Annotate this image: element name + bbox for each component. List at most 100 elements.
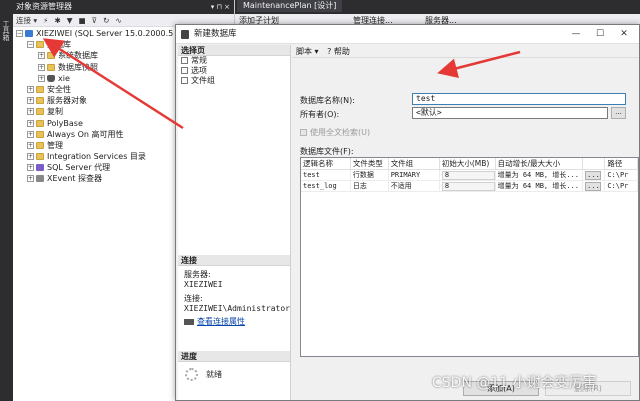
- stop-icon[interactable]: ■: [79, 14, 86, 27]
- autogrowth-browse-button[interactable]: ...: [585, 181, 602, 191]
- table-cell[interactable]: C:\Pr: [604, 180, 638, 192]
- page-general[interactable]: 常规: [178, 56, 290, 66]
- fulltext-checkbox[interactable]: 使用全文检索(U): [300, 127, 370, 138]
- table-cell[interactable]: 日志: [350, 180, 389, 192]
- expand-icon[interactable]: +: [27, 175, 34, 183]
- refresh-icon[interactable]: ↻: [103, 14, 109, 27]
- column-header[interactable]: [582, 158, 606, 170]
- new-database-dialog: 新建数据库 — ☐ ✕ 选择页 常规 选项 文件组 连接 服务器: XIEZIW…: [175, 24, 640, 401]
- collapse-icon[interactable]: −: [27, 41, 34, 49]
- expand-icon[interactable]: +: [27, 119, 34, 127]
- connection-value: XIEZIWEI\Administrator: [184, 304, 290, 313]
- server-value: XIEZIWEI: [184, 280, 223, 289]
- page-filegroups-label: 文件组: [191, 76, 215, 85]
- connection-header: 连接: [178, 255, 290, 266]
- expand-icon[interactable]: +: [38, 63, 45, 71]
- table-row[interactable]: test_log 日志 不适用 8 增量为 64 MB, 增长...... C:\Pr: [301, 180, 638, 192]
- disconnect-icon[interactable]: ✱: [54, 14, 60, 27]
- column-header[interactable]: 路径: [604, 158, 638, 170]
- expand-icon[interactable]: +: [27, 153, 34, 161]
- maximize-button[interactable]: ☐: [589, 25, 611, 44]
- owner-input[interactable]: <默认>: [412, 107, 608, 119]
- autogrowth-browse-button[interactable]: ...: [585, 170, 602, 180]
- tree-node-label: 数据库: [47, 40, 71, 50]
- expand-icon[interactable]: +: [27, 108, 34, 116]
- minimize-button[interactable]: —: [565, 25, 587, 44]
- initial-size-input[interactable]: 8: [441, 170, 495, 180]
- column-header[interactable]: 文件组: [388, 158, 440, 170]
- table-cell[interactable]: test_log: [301, 180, 351, 192]
- column-header[interactable]: 文件类型: [350, 158, 389, 170]
- table-cell[interactable]: C:\Pr: [604, 169, 638, 181]
- folder-icon: [36, 41, 44, 49]
- close-button[interactable]: ✕: [613, 25, 635, 44]
- tree-node-label: 服务器对象: [47, 96, 87, 106]
- activity-icon[interactable]: ∿: [115, 14, 121, 27]
- owner-browse-button[interactable]: ...: [611, 107, 626, 119]
- view-connection-properties-text: 查看连接属性: [197, 317, 245, 326]
- table-cell[interactable]: 增量为 64 MB, 增长...: [495, 180, 584, 192]
- dialog-toolbar: 脚本 ▾ ? 帮助: [292, 45, 639, 58]
- dialog-title-bar: 新建数据库 — ☐ ✕: [176, 25, 639, 44]
- panel-window-buttons[interactable]: ▾ ⊓ ×: [211, 0, 230, 14]
- column-header[interactable]: 自动增长/最大大小: [495, 158, 584, 170]
- table-cell[interactable]: 行数据: [350, 169, 389, 181]
- initial-size-input[interactable]: 8: [441, 181, 495, 191]
- page-options[interactable]: 选项: [178, 66, 290, 76]
- expand-icon[interactable]: +: [27, 141, 34, 149]
- page-filegroups[interactable]: 文件组: [178, 76, 290, 86]
- expand-icon[interactable]: +: [27, 130, 34, 138]
- expand-icon[interactable]: +: [27, 164, 34, 172]
- tree-node-label: Always On 高可用性: [47, 129, 124, 139]
- help-button[interactable]: 帮助: [334, 47, 350, 56]
- initial-size-cell[interactable]: 8: [439, 180, 496, 192]
- autogrowth-browse-cell[interactable]: ...: [582, 169, 606, 181]
- toolbox-tab[interactable]: 工具箱: [2, 20, 11, 41]
- fulltext-label: 使用全文检索(U): [310, 128, 371, 137]
- column-header[interactable]: 逻辑名称: [301, 158, 351, 170]
- table-cell[interactable]: PRIMARY: [388, 169, 440, 181]
- table-cell[interactable]: 不适用: [388, 180, 440, 192]
- folder-icon: [36, 85, 44, 93]
- toolbox-strip[interactable]: 工具箱: [0, 0, 13, 401]
- dbname-input[interactable]: test: [412, 93, 626, 105]
- dialog-main-pane: 脚本 ▾ ? 帮助 数据库名称(N): test 所有者(O): <默认> ..…: [292, 45, 639, 400]
- expand-icon[interactable]: +: [27, 97, 34, 105]
- table-cell[interactable]: 增量为 64 MB, 增长...: [495, 169, 584, 181]
- tree-node-label: 管理: [47, 140, 63, 150]
- view-connection-properties-link[interactable]: 查看连接属性: [178, 317, 290, 327]
- page-options-label: 选项: [191, 66, 207, 75]
- dialog-title: 新建数据库: [194, 29, 237, 39]
- progress-spinner-icon: [185, 368, 198, 381]
- database-files-table: 逻辑名称 文件类型 文件组 初始大小(MB) 自动增长/最大大小 路径 test 行数据 PR…: [301, 158, 638, 192]
- select-page-header: 选择页: [178, 45, 290, 56]
- tree-node-label: 系统数据库: [58, 51, 98, 61]
- folder-icon: [36, 141, 44, 149]
- folder-icon: [47, 63, 55, 71]
- column-header[interactable]: 初始大小(MB): [439, 158, 496, 170]
- help-icon[interactable]: ?: [327, 47, 331, 56]
- collapse-icon[interactable]: −: [16, 30, 23, 37]
- tree-node-label: SQL Server 代理: [47, 163, 111, 173]
- filter-icon[interactable]: ▼: [67, 14, 73, 27]
- tree-node-label: PolyBase: [47, 118, 83, 128]
- progress-header: 进度: [178, 351, 290, 362]
- autogrowth-browse-cell[interactable]: ...: [582, 180, 606, 192]
- expand-icon[interactable]: +: [38, 74, 45, 82]
- script-button[interactable]: 脚本 ▾: [296, 47, 319, 56]
- table-cell[interactable]: test: [301, 169, 351, 181]
- expand-icon[interactable]: +: [27, 85, 34, 93]
- tree-node-label: 安全性: [47, 84, 71, 94]
- folder-icon: [36, 108, 44, 116]
- csdn-watermark: CSDN @11 小谢会变厉害: [432, 375, 597, 391]
- dbname-label: 数据库名称(N):: [300, 96, 355, 105]
- connect-button[interactable]: 连接 ▾: [16, 14, 37, 27]
- progress-section: 进度 就绪: [178, 351, 290, 382]
- connect-icon[interactable]: ⚡: [43, 14, 48, 27]
- tab-maintenance-plan[interactable]: MaintenancePlan [设计]: [237, 0, 343, 12]
- table-row[interactable]: test 行数据 PRIMARY 8 增量为 64 MB, 增长...... C:\Pr: [301, 169, 638, 181]
- funnel-icon[interactable]: ⊽: [92, 14, 98, 27]
- expand-icon[interactable]: +: [38, 52, 45, 60]
- initial-size-cell[interactable]: 8: [439, 169, 496, 181]
- page-icon: [181, 57, 188, 64]
